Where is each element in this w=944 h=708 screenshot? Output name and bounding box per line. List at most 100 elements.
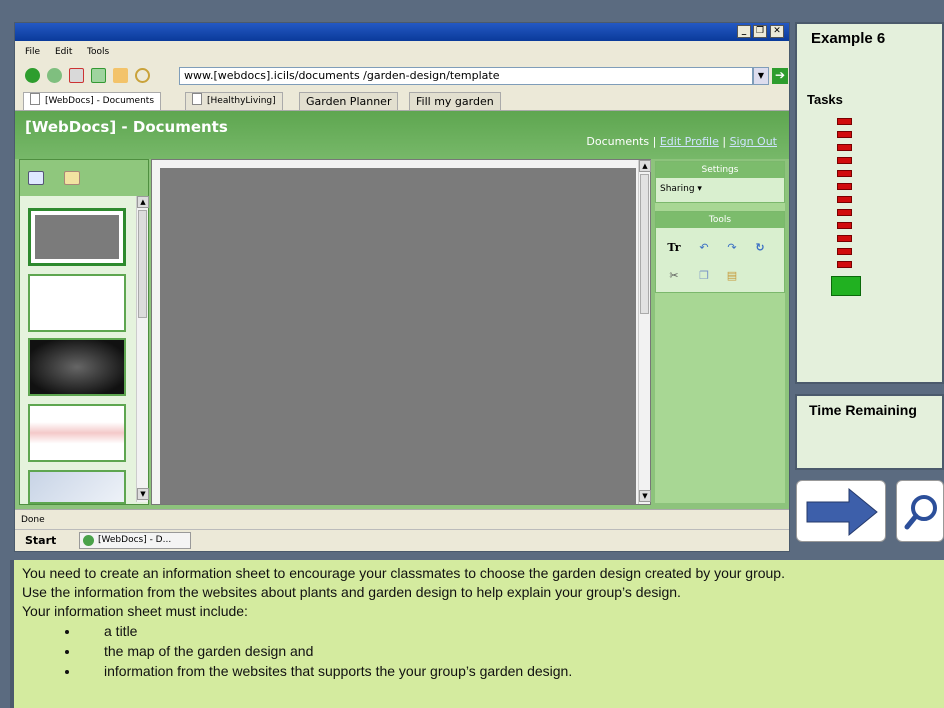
thumbnail-dark[interactable] — [28, 338, 126, 396]
menu-file[interactable]: File — [25, 47, 40, 57]
text-format-icon[interactable]: Tr — [666, 240, 682, 256]
status-text: Done — [21, 515, 45, 525]
sharing-dropdown[interactable]: Sharing ▾ — [660, 184, 702, 194]
editor-scrollbar[interactable]: ▲ ▼ — [638, 160, 651, 504]
menu-tools[interactable]: Tools — [87, 47, 109, 57]
home-icon[interactable] — [113, 68, 128, 83]
instruction-line: Your information sheet must include: — [22, 603, 248, 619]
right-arrow-icon — [806, 487, 878, 537]
settings-header: Settings — [656, 162, 784, 178]
restore-button[interactable]: ❐ — [753, 25, 767, 38]
document-canvas[interactable] — [160, 168, 636, 504]
tab-bar: [WebDocs] - Documents [HealthyLiving] Ga… — [15, 89, 789, 111]
scroll-down-icon[interactable]: ▼ — [137, 488, 149, 500]
taskbar-item-webdocs[interactable]: [WebDocs] - D... — [79, 532, 191, 549]
grid-view-icon[interactable] — [64, 171, 80, 185]
tab-healthyliving[interactable]: [HealthyLiving] — [185, 92, 283, 110]
search-button[interactable] — [896, 480, 944, 542]
tools-header: Tools — [656, 212, 784, 228]
task-marker — [837, 131, 852, 138]
tools-box: Tools Tr ↶ ↷ ↻ ✂ ❐ ▤ — [655, 211, 785, 293]
image-view-icon[interactable] — [28, 171, 44, 185]
edit-profile-link[interactable]: Edit Profile — [660, 135, 719, 148]
list-item: a title — [80, 621, 936, 641]
task-marker — [837, 118, 852, 125]
tab-label: [HealthyLiving] — [207, 96, 276, 106]
browser-icon — [83, 535, 94, 546]
menu-bar: File Edit Tools — [15, 41, 789, 63]
close-button[interactable]: ✕ — [770, 25, 784, 38]
back-icon[interactable] — [25, 68, 40, 83]
address-input[interactable]: www.[webdocs].icils/documents /garden-de… — [179, 67, 753, 85]
address-dropdown-icon[interactable]: ▼ — [753, 67, 769, 85]
task-marker — [837, 209, 852, 216]
header-links: Documents | Edit Profile | Sign Out — [586, 135, 777, 148]
scroll-thumb[interactable] — [138, 210, 147, 318]
task-marker — [837, 222, 852, 229]
scroll-thumb[interactable] — [640, 174, 649, 314]
task-marker — [837, 144, 852, 151]
scroll-down-icon[interactable]: ▼ — [639, 490, 651, 502]
instructions-panel: You need to create an information sheet … — [10, 560, 944, 708]
scroll-up-icon[interactable]: ▲ — [137, 196, 149, 208]
title-bar: _ ❐ ✕ — [15, 23, 789, 41]
tasks-label: Tasks — [807, 92, 843, 107]
tab-garden-planner[interactable]: Garden Planner — [299, 92, 399, 110]
instruction-line: You need to create an information sheet … — [22, 565, 785, 581]
stop-icon[interactable] — [69, 68, 84, 83]
thumbnail-scrollbar[interactable]: ▲ ▼ — [136, 196, 149, 502]
undo-icon[interactable]: ↶ — [696, 240, 712, 256]
page-title: [WebDocs] - Documents — [25, 118, 228, 136]
magnifier-icon — [904, 495, 937, 530]
thumbnail-pink[interactable] — [28, 404, 126, 462]
scroll-up-icon[interactable]: ▲ — [639, 160, 651, 172]
list-item: the map of the garden design and — [80, 641, 936, 661]
tab-label: [WebDocs] - Documents — [45, 96, 155, 106]
refresh-icon[interactable] — [91, 68, 106, 83]
start-button[interactable]: Start — [25, 534, 56, 547]
status-bar: Done — [15, 509, 789, 529]
redo-icon[interactable]: ↷ — [724, 240, 740, 256]
go-button[interactable]: ➔ — [772, 68, 788, 84]
taskbar-item-label: [WebDocs] - D... — [98, 535, 172, 545]
thumbnail-toolbar — [20, 160, 148, 196]
sign-out-link[interactable]: Sign Out — [730, 135, 777, 148]
task-panel: Example 6 Tasks — [795, 22, 944, 384]
tab-webdocs[interactable]: [WebDocs] - Documents — [23, 92, 162, 110]
editor-area: ▲ ▼ — [151, 159, 651, 505]
task-marker — [837, 261, 852, 268]
task-marker — [837, 183, 852, 190]
minimize-button[interactable]: _ — [737, 25, 751, 38]
thumbnail-blank[interactable] — [28, 274, 126, 332]
rotate-icon[interactable]: ↻ — [752, 240, 768, 256]
tab-fill-my-garden[interactable]: Fill my garden — [409, 92, 501, 110]
time-remaining-label: Time Remaining — [809, 402, 917, 418]
thumbnail-selected[interactable] — [28, 208, 126, 266]
time-panel: Time Remaining — [795, 394, 944, 470]
search-icon[interactable] — [135, 68, 150, 83]
requirements-list: a title the map of the garden design and… — [22, 621, 936, 681]
document-icon — [192, 93, 202, 105]
browser-window: _ ❐ ✕ File Edit Tools www.[webdocs].icil… — [14, 22, 790, 552]
next-button[interactable] — [796, 480, 886, 542]
thumbnail-blue[interactable] — [28, 470, 126, 504]
task-marker — [837, 196, 852, 203]
instruction-line: Use the information from the websites ab… — [22, 584, 681, 600]
copy-icon[interactable]: ❐ — [696, 268, 712, 284]
forward-icon[interactable] — [47, 68, 62, 83]
task-marker — [837, 157, 852, 164]
webpage: [WebDocs] - Documents Documents | Edit P… — [15, 111, 789, 509]
document-icon — [30, 93, 40, 105]
side-panel: Settings Sharing ▾ Tools Tr ↶ ↷ ↻ ✂ ❐ ▤ — [655, 161, 785, 503]
documents-link[interactable]: Documents — [586, 135, 649, 148]
task-marker — [837, 248, 852, 255]
tab-label: Garden Planner — [306, 95, 392, 108]
cut-icon[interactable]: ✂ — [666, 268, 682, 284]
webpage-header: [WebDocs] - Documents Documents | Edit P… — [15, 111, 789, 159]
navigation-bar: www.[webdocs].icils/documents /garden-de… — [15, 63, 789, 89]
list-item: information from the websites that suppo… — [80, 661, 936, 681]
menu-edit[interactable]: Edit — [55, 47, 72, 57]
paste-icon[interactable]: ▤ — [724, 268, 740, 284]
example-title: Example 6 — [811, 30, 886, 47]
thumbnail-panel: ▲ ▼ — [19, 159, 149, 505]
